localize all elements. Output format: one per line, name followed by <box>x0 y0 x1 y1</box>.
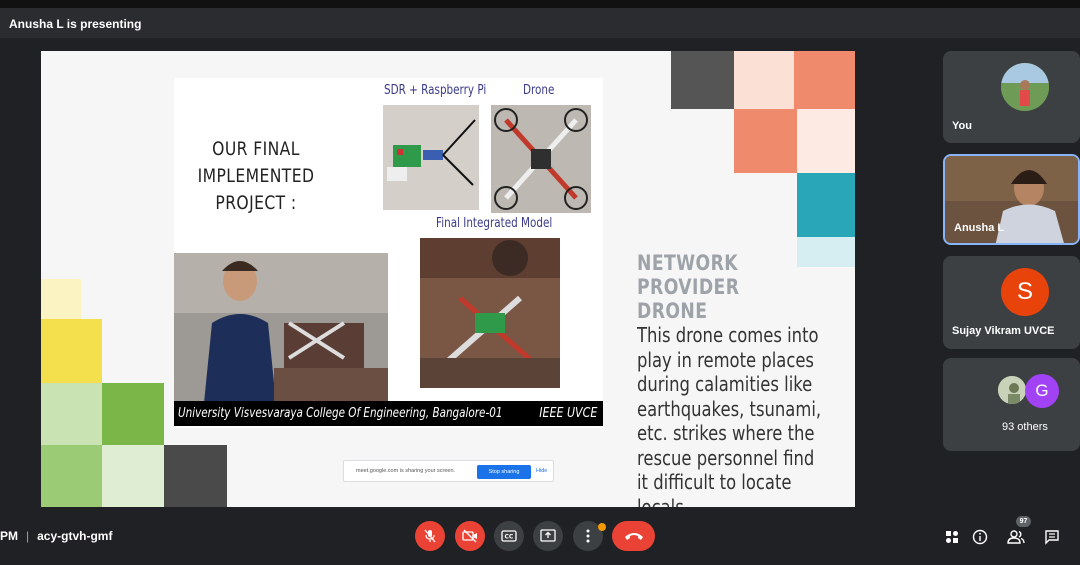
participant-tile-anusha[interactable]: Anusha L <box>943 154 1080 245</box>
avatar-initial: S <box>1016 278 1033 305</box>
deco-green-square <box>102 383 164 445</box>
svg-text:CC: CC <box>505 534 514 541</box>
captions-button[interactable]: CC <box>494 521 524 551</box>
top-strip <box>0 0 1080 8</box>
slide-footer-strip: University Visvesvaraya College Of Engin… <box>174 401 603 426</box>
more-vert-icon <box>586 529 590 543</box>
present-now-button[interactable] <box>533 521 563 551</box>
np-title-line2: DRONE <box>637 299 708 323</box>
present-screen-icon <box>540 529 556 542</box>
camera-off-icon <box>462 529 477 543</box>
deco-lightteal-square <box>797 237 855 267</box>
network-provider-title: NETWORK PROVIDER DRONE <box>637 251 801 323</box>
participant-name: Sujay Vikram UVCE <box>952 325 1055 337</box>
deco-teal-square <box>797 173 855 237</box>
participant-name: 93 others <box>1002 421 1048 433</box>
leave-call-button[interactable] <box>612 521 655 551</box>
deco-lightgreen-square <box>41 383 102 445</box>
stop-sharing-button[interactable]: Stop sharing <box>477 465 531 479</box>
deco-pink-square <box>797 109 855 173</box>
camera-off-button[interactable] <box>455 521 485 551</box>
meeting-details-button[interactable] <box>942 527 962 547</box>
hide-notice-button[interactable]: Hide <box>536 468 547 474</box>
caption-drone: Drone <box>523 83 555 98</box>
sharing-message: meet.google.com is sharing your screen. <box>356 468 456 474</box>
deco-dark-square-2 <box>164 445 227 507</box>
slide-content-panel: OUR FINAL IMPLEMENTED PROJECT : SDR + Ra… <box>174 78 603 428</box>
participant-tile-sujay[interactable]: S Sujay Vikram UVCE <box>943 256 1080 349</box>
microphone-off-button[interactable] <box>415 521 445 551</box>
presenter-banner: Anusha L is presenting <box>0 8 1080 38</box>
shared-screen: OUR FINAL IMPLEMENTED PROJECT : SDR + Ra… <box>41 51 855 507</box>
participant-name: You <box>952 120 972 132</box>
avatar <box>1001 63 1049 111</box>
project-title-line1: OUR FINAL <box>212 138 300 160</box>
np-title-line1: NETWORK PROVIDER <box>637 251 740 299</box>
deco-green-square-2 <box>41 445 102 507</box>
activities-icon <box>946 531 958 543</box>
mic-off-icon <box>424 529 436 543</box>
chat-icon <box>1045 530 1059 545</box>
footer-ieee: IEEE UVCE <box>538 406 597 421</box>
phone-hangup-icon <box>624 533 643 540</box>
sdr-raspberry-pi-photo <box>383 105 479 210</box>
meeting-info: PM | acy-gtvh-gmf <box>0 529 112 543</box>
project-title: OUR FINAL IMPLEMENTED PROJECT : <box>174 136 338 217</box>
caption-sdr: SDR + Raspberry Pi <box>384 83 487 98</box>
deco-paleyellow-square <box>41 279 81 319</box>
info-icon <box>972 529 988 545</box>
people-count-badge: 97 <box>1016 516 1031 527</box>
avatar-initial: G <box>1035 381 1049 400</box>
footer-university: University Visvesvaraya College Of Engin… <box>178 406 503 421</box>
project-title-line2: IMPLEMENTED PROJECT : <box>197 165 315 214</box>
bottom-toolbar: PM | acy-gtvh-gmf CC <box>0 507 1080 565</box>
avatar <box>996 374 1028 406</box>
screen-sharing-notice: meet.google.com is sharing your screen. … <box>343 460 554 482</box>
captions-icon: CC <box>501 530 517 542</box>
presenter-label: Anusha L is presenting <box>9 17 142 31</box>
deco-yellow-square <box>41 319 102 383</box>
meeting-time: PM <box>0 529 18 543</box>
student-with-drone-photo <box>174 253 388 403</box>
notification-dot <box>598 523 606 531</box>
deco-palegreen-square <box>102 445 164 507</box>
chat-button[interactable] <box>1042 527 1062 547</box>
network-provider-description: This drone comes into play in remote pla… <box>637 323 822 507</box>
people-button[interactable] <box>1006 527 1026 547</box>
meeting-code: acy-gtvh-gmf <box>37 529 113 543</box>
deco-peach-square <box>734 51 794 109</box>
deco-dark-square <box>671 51 734 109</box>
deco-orange-square <box>794 51 855 109</box>
info-button[interactable] <box>970 527 990 547</box>
drone-photo <box>491 105 591 213</box>
divider: | <box>26 529 30 543</box>
caption-final-model: Final Integrated Model <box>436 216 553 231</box>
participant-tile-others[interactable]: G 93 others <box>943 358 1080 451</box>
avatar: S <box>1001 268 1049 316</box>
final-integrated-model-photo <box>420 238 560 388</box>
people-icon <box>1007 530 1025 544</box>
participant-tile-you[interactable]: You <box>943 51 1080 143</box>
deco-orange-square-2 <box>734 109 797 173</box>
participant-name: Anusha L <box>954 222 1005 234</box>
avatar: G <box>1025 374 1059 408</box>
